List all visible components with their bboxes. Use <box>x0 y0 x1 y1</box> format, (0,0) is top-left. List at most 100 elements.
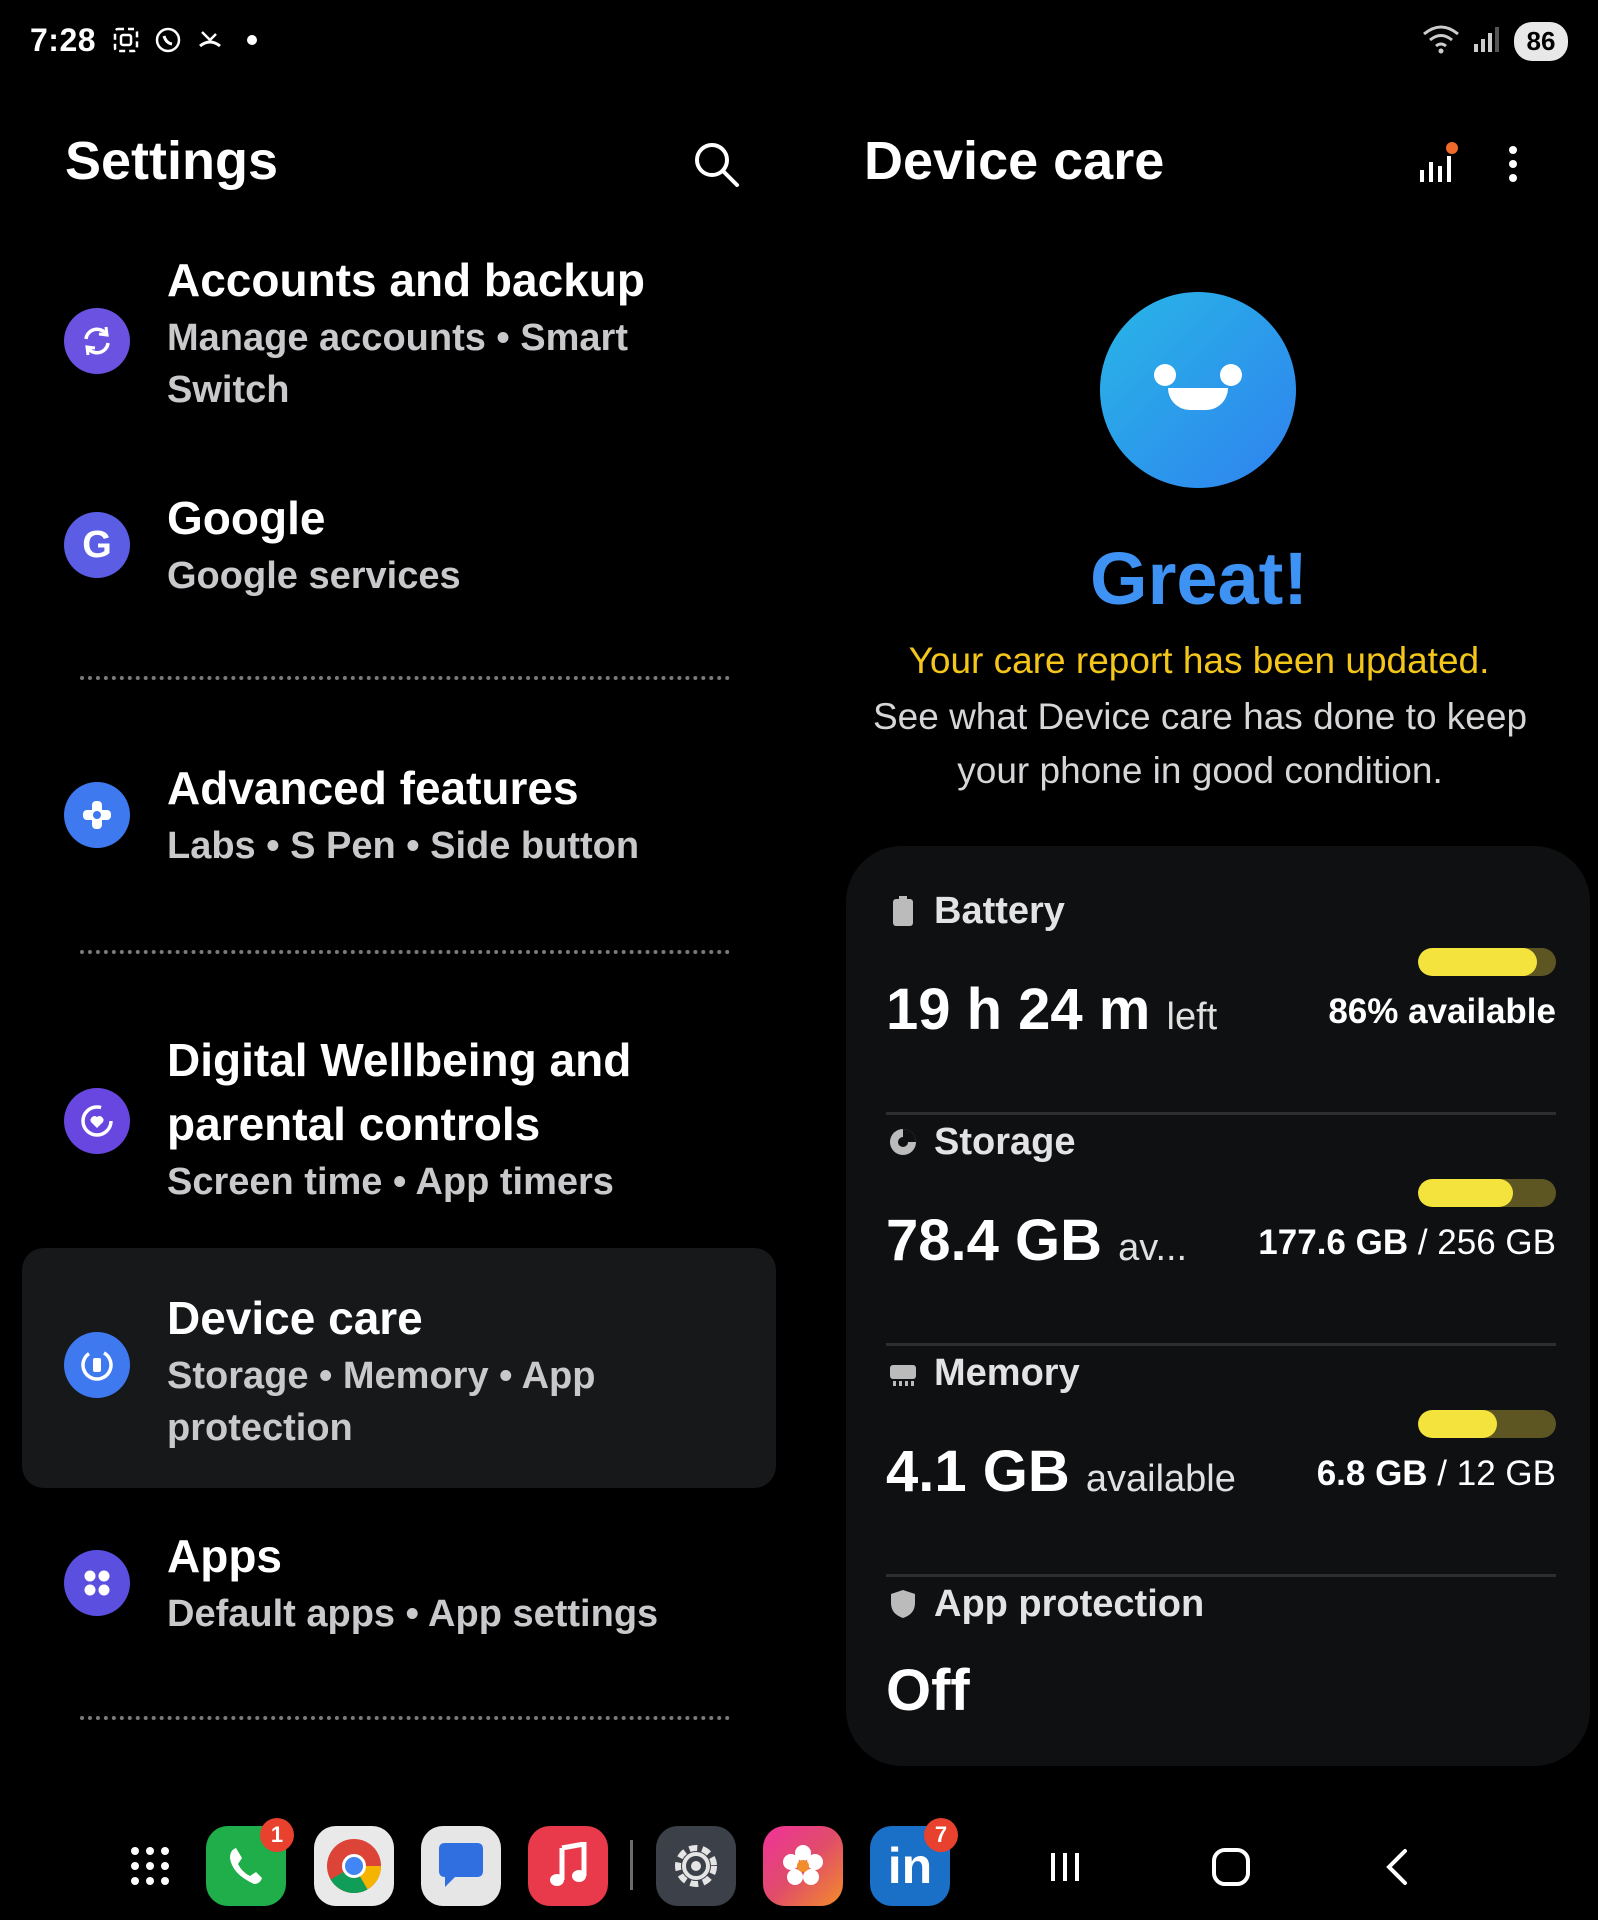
phone-icon <box>230 1848 262 1884</box>
chrome-icon <box>327 1839 381 1894</box>
status-face-icon <box>1100 292 1296 488</box>
battery-detail: 86% available <box>1328 992 1556 1031</box>
search-button[interactable] <box>690 138 744 192</box>
missed-call-icon <box>194 24 226 56</box>
whatsapp-icon <box>152 24 184 56</box>
gear-icon <box>675 1845 717 1887</box>
storage-detail: 177.6 GB / 256 GB <box>1258 1223 1556 1263</box>
divider <box>886 1574 1556 1577</box>
metric-label: Battery <box>934 889 1065 932</box>
google-icon: G <box>64 512 130 578</box>
app-protection-status: Off <box>886 1658 970 1723</box>
phone-badge: 1 <box>260 1818 294 1852</box>
back-button[interactable] <box>1362 1836 1432 1898</box>
settings-item-title: Device care <box>167 1292 423 1344</box>
apps-icon <box>64 1550 130 1616</box>
storage-used: 177.6 GB <box>1258 1223 1409 1262</box>
metric-label: App protection <box>934 1582 1205 1625</box>
wifi-icon <box>1422 24 1460 59</box>
settings-item-subtitle: Storage • Memory • App protection <box>167 1355 596 1449</box>
gallery-app[interactable] <box>763 1826 843 1906</box>
linkedin-icon: in <box>887 1838 933 1894</box>
app-protection-row[interactable]: App protection Off <box>886 1579 1556 1724</box>
settings-item-title: Accounts and backup <box>167 254 645 306</box>
message-bubble-icon <box>439 1843 483 1887</box>
battery-row[interactable]: Battery 19 h 24 m left 86% available <box>886 886 1556 1115</box>
search-icon <box>695 143 739 187</box>
phone-app[interactable]: 1 <box>206 1818 294 1906</box>
report-link[interactable]: Your care report has been updated. <box>830 640 1568 682</box>
wellbeing-icon <box>64 1088 130 1154</box>
memory-chip-icon <box>886 1356 920 1390</box>
settings-app[interactable] <box>656 1826 736 1906</box>
storage-suffix: av... <box>1118 1227 1188 1269</box>
taskbar: 1 in 7 <box>0 1810 1598 1920</box>
memory-used: 6.8 GB <box>1316 1454 1428 1493</box>
settings-item-device-care[interactable]: Device care Storage • Memory • App prote… <box>22 1248 776 1488</box>
shield-icon <box>886 1587 920 1621</box>
apps-drawer-button[interactable] <box>110 1826 190 1906</box>
divider <box>80 1716 730 1720</box>
settings-item-title: Advanced features <box>167 762 579 814</box>
settings-item-subtitle: Manage accounts • Smart Switch <box>167 317 628 411</box>
screenshot-icon <box>110 24 142 56</box>
app-grid-icon <box>131 1847 169 1885</box>
device-care-icon <box>64 1332 130 1398</box>
battery-suffix: left <box>1166 996 1218 1038</box>
settings-item-subtitle: Screen time • App timers <box>167 1161 614 1203</box>
back-icon <box>1386 1849 1407 1885</box>
music-note-icon <box>550 1842 587 1886</box>
sync-icon <box>64 308 130 374</box>
memory-total: 12 GB <box>1456 1454 1556 1493</box>
settings-item-advanced-features[interactable]: Advanced features Labs • S Pen • Side bu… <box>22 756 776 886</box>
storage-pie-icon <box>886 1125 920 1159</box>
messages-app[interactable] <box>421 1826 501 1906</box>
battery-icon <box>886 894 920 928</box>
status-time: 7:28 <box>30 22 97 58</box>
more-notifications-dot <box>236 24 268 56</box>
memory-suffix: available <box>1085 1458 1236 1500</box>
metric-label: Storage <box>934 1120 1076 1163</box>
more-options-button[interactable] <box>1490 136 1536 192</box>
settings-item-subtitle: Google services <box>167 555 461 597</box>
recent-apps-button[interactable] <box>1030 1836 1100 1898</box>
settings-item-subtitle: Default apps • App settings <box>167 1593 659 1635</box>
report-button[interactable] <box>1410 136 1466 192</box>
memory-bar <box>1418 1410 1556 1438</box>
linkedin-app[interactable]: in 7 <box>870 1818 958 1906</box>
chrome-app[interactable] <box>314 1826 394 1906</box>
divider <box>886 1343 1556 1346</box>
settings-item-title: Apps <box>167 1530 282 1582</box>
more-vert-icon <box>1509 146 1517 182</box>
home-button[interactable] <box>1196 1836 1266 1898</box>
divider <box>886 1112 1556 1115</box>
device-care-title: Device care <box>864 131 1165 191</box>
storage-total: 256 GB <box>1437 1223 1556 1262</box>
music-app[interactable] <box>528 1826 608 1906</box>
battery-time: 19 h 24 m <box>886 977 1151 1042</box>
memory-separator: / <box>1427 1454 1457 1493</box>
dock-separator <box>630 1840 633 1890</box>
settings-item-apps[interactable]: Apps Default apps • App settings <box>22 1524 776 1654</box>
status-label: Great! <box>1090 537 1308 620</box>
advanced-features-icon <box>64 782 130 848</box>
memory-detail: 6.8 GB / 12 GB <box>1317 1454 1556 1494</box>
bar-chart-icon <box>1420 142 1458 182</box>
recents-icon <box>1051 1853 1079 1881</box>
storage-available: 78.4 GB <box>886 1208 1102 1273</box>
settings-item-subtitle: Labs • S Pen • Side button <box>167 825 640 867</box>
memory-row[interactable]: Memory 4.1 GB available 6.8 GB / 12 GB <box>886 1348 1556 1577</box>
linkedin-badge: 7 <box>924 1818 958 1852</box>
settings-pane: Settings Accounts and backup Manage acco… <box>0 84 800 1774</box>
storage-row[interactable]: Storage 78.4 GB av... 177.6 GB / 256 GB <box>886 1117 1556 1346</box>
device-care-pane: Device care Great! Your care report has … <box>830 84 1598 1774</box>
settings-item-accounts[interactable]: Accounts and backup Manage accounts • Sm… <box>22 246 776 426</box>
page-title: Settings <box>65 131 279 191</box>
storage-bar <box>1418 1179 1556 1207</box>
divider <box>80 676 730 680</box>
settings-item-digital-wellbeing[interactable]: Digital Wellbeing and parental controls … <box>22 1028 776 1228</box>
battery-bar <box>1418 948 1556 976</box>
memory-available: 4.1 GB <box>886 1439 1070 1504</box>
battery-indicator: 86 <box>1514 22 1568 61</box>
settings-item-google[interactable]: G Google Google services <box>22 486 776 616</box>
